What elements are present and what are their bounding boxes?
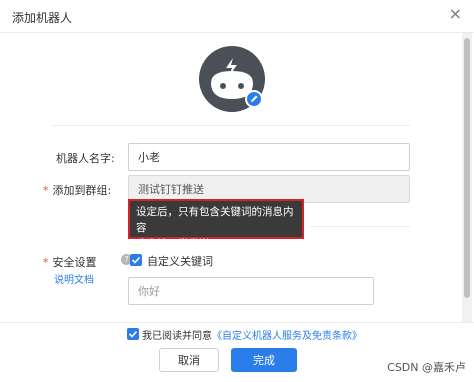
header-divider	[0, 32, 474, 33]
group-value: 测试钉钉推送	[138, 183, 204, 196]
robot-name-input[interactable]: 小老	[128, 143, 410, 171]
dialog-title: 添加机器人	[12, 11, 73, 25]
terms-link[interactable]: 《自定义机器人服务及免责条款》	[212, 331, 362, 342]
watermark: CSDN @嘉禾卢	[387, 361, 466, 374]
section-divider	[310, 226, 410, 227]
tooltip-line-1: 设定后，只有包含关键词的消息内容	[136, 206, 294, 234]
doc-link[interactable]: 说明文档	[54, 271, 94, 286]
required-mark: *	[43, 184, 49, 197]
tooltip-line-2: 才会被正常发送	[136, 238, 210, 250]
section-divider	[52, 125, 410, 126]
close-icon[interactable]: ×	[449, 6, 462, 22]
keyword-value: 你好	[138, 285, 160, 298]
custom-keyword-label: 自定义关键词	[147, 255, 213, 268]
robot-name-value: 小老	[138, 151, 160, 164]
cancel-button[interactable]: 取消	[159, 348, 219, 372]
pencil-icon[interactable]	[245, 90, 263, 108]
checkmark-icon	[128, 330, 138, 338]
custom-keyword-checkbox[interactable]	[130, 254, 142, 266]
agree-checkbox[interactable]	[127, 328, 139, 340]
keyword-input[interactable]: 你好	[128, 277, 374, 305]
footer-divider	[0, 322, 474, 323]
scrollbar-thumb[interactable]	[464, 38, 470, 298]
group-label: * 添加到群组:	[43, 182, 111, 198]
keyword-tooltip: 设定后，只有包含关键词的消息内容 才会被正常发送	[128, 199, 304, 250]
security-label-text: 安全设置	[52, 256, 97, 269]
robot-name-label: 机器人名字:	[56, 152, 115, 165]
required-mark: *	[43, 256, 49, 269]
agree-text: 我已阅读并同意《自定义机器人服务及免责条款》	[142, 327, 362, 342]
complete-button[interactable]: 完成	[231, 348, 297, 372]
checkmark-icon	[131, 256, 141, 264]
agree-prefix: 我已阅读并同意	[142, 331, 212, 342]
group-label-text: 添加到群组:	[52, 184, 112, 197]
add-robot-dialog: 添加机器人 × 机器人名字: 小老 * 添加到群组: 测试钉钉推送 设定后，只有包…	[0, 0, 474, 382]
security-label: * 安全设置	[43, 254, 97, 270]
